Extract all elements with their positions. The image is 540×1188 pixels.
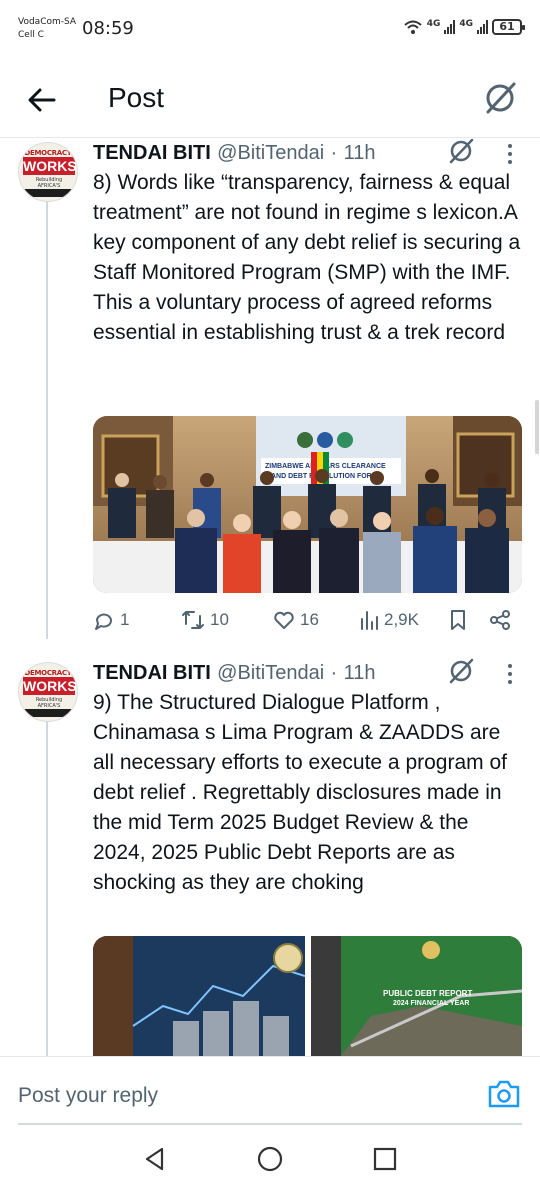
repost-icon	[182, 611, 204, 629]
public-debt-report-image: PUBLIC DEBT REPORT 2024 FINANCIAL YEAR	[311, 936, 522, 1056]
status-time: 08:59	[82, 18, 134, 39]
nav-back-button[interactable]	[140, 1144, 170, 1174]
views-button[interactable]: 2,9K	[359, 606, 419, 634]
avatar-band	[19, 709, 77, 717]
share-icon	[490, 610, 510, 630]
post-actions: 1 10 16 2,9K	[93, 606, 518, 634]
bookmark-button[interactable]	[448, 606, 468, 634]
photo-group-image: ZIMBABWE ARREARS CLEARANCE AND DEBT RESO…	[93, 416, 522, 593]
avatar[interactable]: DEMOCRACY WORKS Rebuilding AFRICA'S DEMO…	[18, 142, 78, 202]
avatar-band	[19, 189, 77, 197]
carrier-line1: VodaCom-SA	[18, 17, 77, 27]
more-vertical-icon	[508, 664, 512, 684]
repost-count: 10	[210, 610, 229, 629]
post-grok-button[interactable]	[446, 656, 476, 686]
like-button[interactable]: 16	[273, 606, 319, 634]
carrier-info: VodaCom-SA Cell C	[18, 16, 76, 42]
avatar-main-text: WORKS	[23, 677, 77, 695]
post-item[interactable]: DEMOCRACY WORKS Rebuilding AFRICA'S DEMO…	[0, 139, 540, 649]
post-more-button[interactable]	[500, 139, 520, 169]
reply-count: 1	[120, 610, 130, 629]
avatar-main-text: WORKS	[23, 157, 77, 175]
camera-icon	[488, 1080, 520, 1108]
post-feed[interactable]: DEMOCRACY WORKS Rebuilding AFRICA'S DEMO…	[0, 139, 540, 1056]
avatar[interactable]: DEMOCRACY WORKS Rebuilding AFRICA'S DEMO…	[18, 662, 78, 722]
author-name[interactable]: TENDAI BITI	[93, 142, 211, 164]
reply-underline	[18, 1123, 522, 1125]
wifi-icon	[404, 20, 422, 34]
grok-icon	[486, 82, 516, 114]
post-text: 8) Words like “transparency, fairness & …	[93, 171, 521, 344]
separator: ·	[330, 662, 338, 684]
report-title-line2: 2024 FINANCIAL YEAR	[393, 1000, 469, 1007]
page-title: Post	[108, 82, 165, 113]
post-header: TENDAI BITI @BitiTendai · 11h	[93, 140, 375, 166]
post-item[interactable]: DEMOCRACY WORKS Rebuilding AFRICA'S DEMO…	[0, 649, 540, 1056]
author-handle[interactable]: @BitiTendai	[217, 142, 324, 164]
status-icons: 4G 4G 61	[403, 19, 525, 35]
post-time[interactable]: 11h	[344, 662, 376, 684]
carrier-line2: Cell C	[18, 30, 44, 40]
system-nav-bar	[0, 1126, 540, 1188]
reply-input[interactable]	[18, 1079, 438, 1113]
post-time[interactable]: 11h	[344, 142, 376, 164]
post-text: 9) The Structured Dialogue Platform , Ch…	[93, 691, 507, 894]
avatar-top-text: DEMOCRACY	[24, 149, 72, 157]
avatar-top-text: DEMOCRACY	[24, 669, 72, 677]
repost-button[interactable]: 10	[181, 606, 229, 634]
top-app-bar: Post	[0, 60, 540, 138]
scrollbar-thumb[interactable]	[535, 400, 539, 454]
back-button[interactable]	[24, 82, 60, 118]
post-image[interactable]: ZIMBABWE ARREARS CLEARANCE AND DEBT RESO…	[93, 416, 522, 593]
coins-chart-image	[93, 936, 305, 1056]
author-name[interactable]: TENDAI BITI	[93, 662, 211, 684]
views-count: 2,9K	[384, 610, 419, 629]
like-count: 16	[300, 610, 319, 629]
network-label-1: 4G	[426, 19, 441, 29]
views-chart-icon	[361, 611, 378, 630]
post-image[interactable]	[93, 936, 305, 1056]
post-grok-button[interactable]	[446, 139, 476, 166]
report-title-line1: PUBLIC DEBT REPORT	[383, 989, 472, 998]
separator: ·	[330, 142, 338, 164]
reply-button[interactable]: 1	[93, 606, 129, 634]
grok-icon	[449, 658, 474, 684]
signal-icon-1	[444, 20, 456, 34]
post-more-button[interactable]	[500, 659, 520, 689]
square-recents-icon	[373, 1147, 397, 1171]
nav-recents-button[interactable]	[370, 1144, 400, 1174]
reply-icon	[95, 613, 112, 630]
bookmark-icon	[451, 610, 465, 630]
circle-home-icon	[257, 1146, 283, 1172]
battery-icon: 61	[492, 19, 525, 35]
reply-bar	[0, 1056, 540, 1126]
post-header: TENDAI BITI @BitiTendai · 11h	[93, 660, 375, 686]
signal-icon-2	[477, 20, 488, 34]
status-bar: VodaCom-SA Cell C 08:59 4G 4G 61	[0, 0, 540, 60]
arrow-left-icon	[28, 88, 56, 112]
grok-button[interactable]	[480, 78, 520, 118]
grok-icon	[449, 139, 474, 164]
heart-icon	[274, 611, 294, 629]
triangle-back-icon	[145, 1147, 164, 1171]
more-vertical-icon	[508, 144, 512, 164]
camera-button[interactable]	[486, 1077, 522, 1111]
network-label-2: 4G	[459, 19, 473, 29]
post-image[interactable]: PUBLIC DEBT REPORT 2024 FINANCIAL YEAR	[311, 936, 522, 1056]
nav-home-button[interactable]	[255, 1144, 285, 1174]
author-handle[interactable]: @BitiTendai	[217, 662, 324, 684]
share-button[interactable]	[489, 606, 511, 634]
